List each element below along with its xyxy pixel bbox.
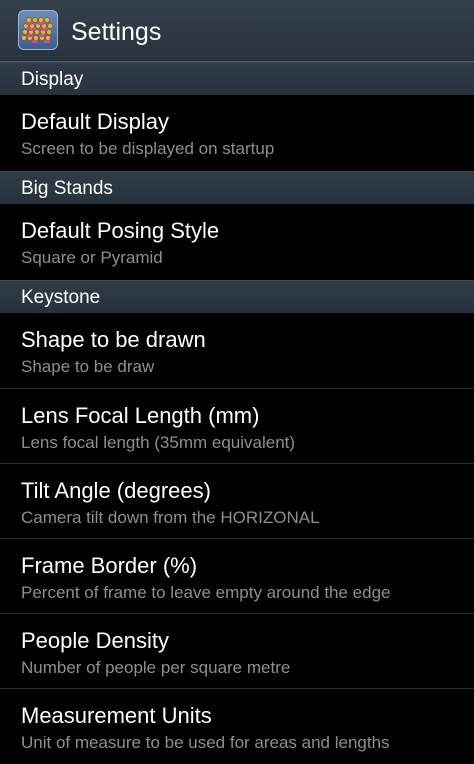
category-big-stands: Big Stands bbox=[0, 171, 474, 204]
pref-title: Default Display bbox=[21, 109, 169, 134]
pref-summary: Percent of frame to leave empty around t… bbox=[21, 583, 391, 602]
pref-default-display[interactable]: Default Display Screen to be displayed o… bbox=[0, 95, 474, 171]
settings-screen: Settings Display Default Display Screen … bbox=[0, 0, 474, 764]
pref-title: Tilt Angle (degrees) bbox=[21, 478, 211, 503]
pref-summary: Screen to be displayed on startup bbox=[21, 139, 275, 158]
pref-title: Measurement Units bbox=[21, 703, 212, 728]
pref-summary: Lens focal length (35mm equivalent) bbox=[21, 433, 296, 452]
pref-summary: Camera tilt down from the HORIZONAL bbox=[21, 508, 320, 527]
crowd-icon bbox=[21, 17, 53, 43]
category-keystone: Keystone bbox=[0, 280, 474, 313]
pref-summary: Number of people per square metre bbox=[21, 658, 291, 677]
pref-title: Shape to be drawn bbox=[21, 327, 206, 352]
pref-shape-to-be-drawn[interactable]: Shape to be drawn Shape to be draw bbox=[0, 313, 474, 389]
pref-title: People Density bbox=[21, 628, 169, 653]
page-title: Settings bbox=[71, 18, 162, 46]
pref-summary: Square or Pyramid bbox=[21, 248, 163, 267]
pref-frame-border[interactable]: Frame Border (%) Percent of frame to lea… bbox=[0, 539, 474, 614]
pref-default-posing-style[interactable]: Default Posing Style Square or Pyramid bbox=[0, 204, 474, 280]
pref-tilt-angle[interactable]: Tilt Angle (degrees) Camera tilt down fr… bbox=[0, 464, 474, 539]
app-icon[interactable] bbox=[18, 10, 58, 50]
pref-measurement-units[interactable]: Measurement Units Unit of measure to be … bbox=[0, 689, 474, 764]
category-display: Display bbox=[0, 62, 474, 95]
pref-title: Lens Focal Length (mm) bbox=[21, 403, 260, 428]
pref-title: Frame Border (%) bbox=[21, 553, 198, 578]
preference-list: Display Default Display Screen to be dis… bbox=[0, 62, 474, 764]
pref-title: Default Posing Style bbox=[21, 218, 220, 243]
pref-summary: Shape to be draw bbox=[21, 357, 155, 376]
action-bar: Settings bbox=[0, 0, 474, 62]
pref-summary: Unit of measure to be used for areas and… bbox=[21, 733, 390, 752]
pref-people-density[interactable]: People Density Number of people per squa… bbox=[0, 614, 474, 689]
pref-lens-focal-length[interactable]: Lens Focal Length (mm) Lens focal length… bbox=[0, 389, 474, 464]
